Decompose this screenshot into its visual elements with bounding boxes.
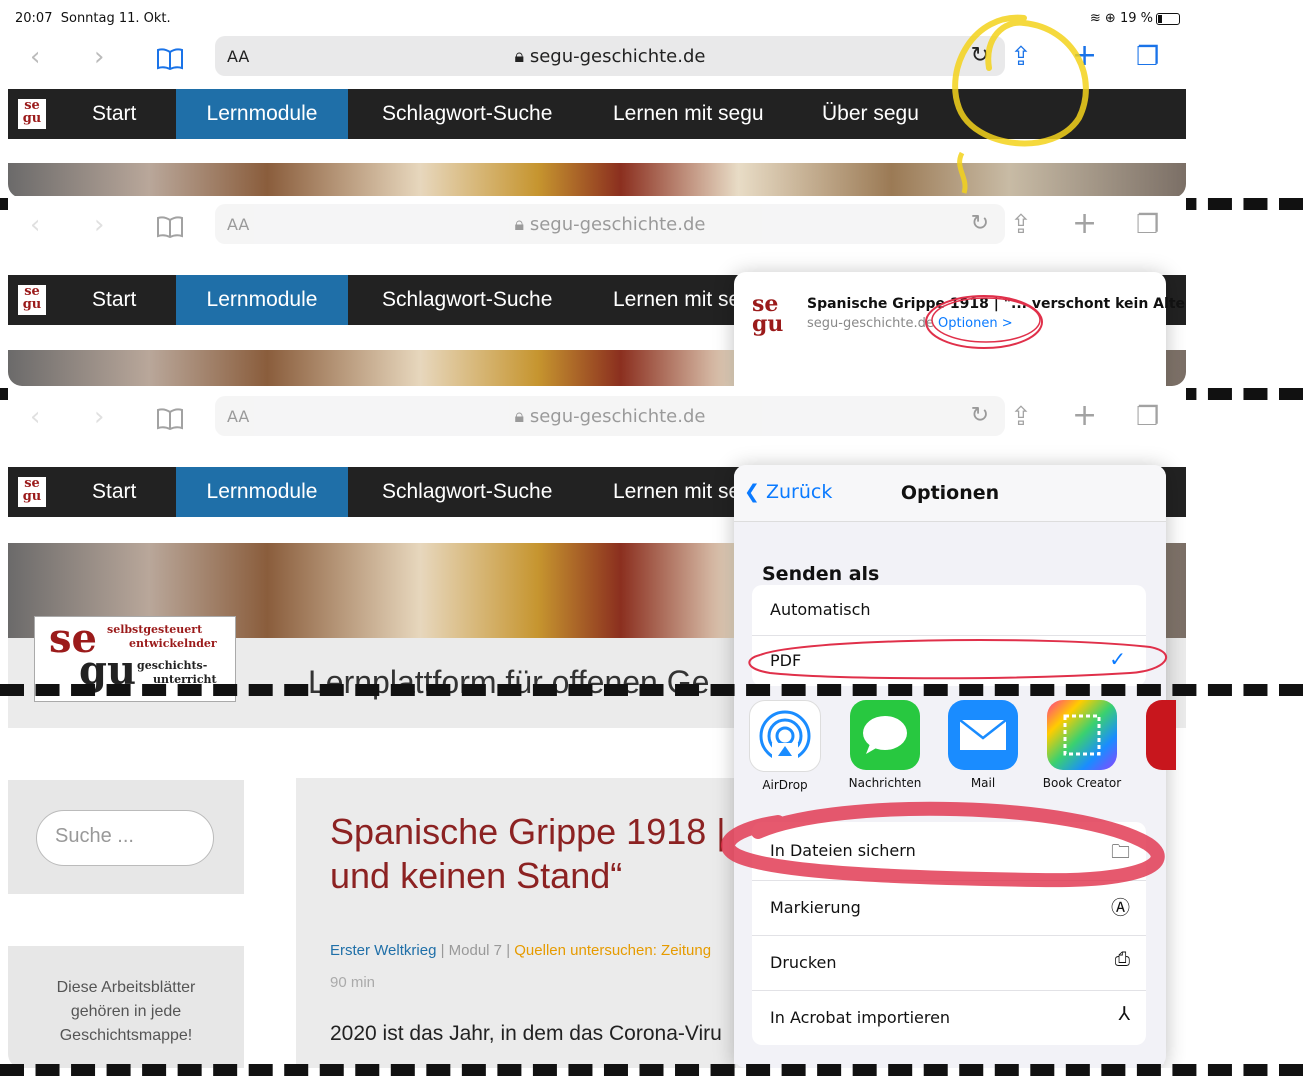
bookmarks-icon[interactable] xyxy=(156,408,184,430)
reload-icon[interactable]: ↻ xyxy=(971,403,989,428)
share-preview-logo: se gu xyxy=(752,291,784,337)
sheet-header: ❮ Zurück Optionen xyxy=(734,465,1166,522)
app-mail[interactable]: Mail xyxy=(938,700,1028,790)
nav-item-start[interactable]: Start xyxy=(92,467,136,517)
status-date: Sonntag 11. Okt. xyxy=(60,11,171,26)
forward-icon[interactable]: › xyxy=(94,42,104,72)
url-text: segu-geschichte.de xyxy=(529,406,706,427)
nav-item-schlagwort-suche[interactable]: Schlagwort-Suche xyxy=(382,275,552,325)
battery-icon xyxy=(1156,12,1180,25)
share-icon[interactable]: ⇪ xyxy=(1010,210,1032,240)
screenshot-panel-1: 20:07 Sonntag 11. Okt. ≋ ⊕ 19 % ‹ › AA 🔒… xyxy=(8,8,1186,198)
bookmarks-icon[interactable] xyxy=(156,216,184,238)
option-automatisch[interactable]: Automatisch xyxy=(752,585,1146,636)
separator-dashed-4 xyxy=(0,1064,1303,1076)
app-airdrop[interactable]: AirDrop xyxy=(740,700,830,792)
nav-item-lernen-mit-segu[interactable]: Lernen mit segu xyxy=(613,89,764,139)
book-creator-icon xyxy=(1047,700,1117,770)
lock-icon: 🔒︎ xyxy=(514,406,525,427)
separator-dashed-3 xyxy=(0,684,1303,696)
site-logo-small: se gu xyxy=(18,285,46,315)
red-circle-annotation-pdf xyxy=(748,639,1167,680)
logo-text-3: geschichts- xyxy=(137,659,208,672)
bookmarks-icon[interactable] xyxy=(156,48,184,70)
action-acrobat-import[interactable]: In Acrobat importieren ⅄ xyxy=(752,991,1146,1045)
forward-icon[interactable]: › xyxy=(94,210,104,240)
yellow-highlight-annotation xyxy=(952,14,1089,194)
site-logo-small: se gu xyxy=(18,99,46,129)
lock-icon: 🔒︎ xyxy=(514,214,525,235)
tabs-icon[interactable]: ❐ xyxy=(1136,402,1159,432)
nav-item-lernmodule[interactable]: Lernmodule xyxy=(176,467,348,517)
lower-share-panel: AirDrop Nachrichten Mail Book Creator In… xyxy=(0,696,1303,1066)
nav-item-start[interactable]: Start xyxy=(92,275,136,325)
share-sheet-header: se gu Spanische Grippe 1918 | "... versch… xyxy=(734,272,1186,386)
airdrop-icon xyxy=(749,700,821,772)
printer-icon: ⎙ xyxy=(1114,948,1130,970)
share-icon[interactable]: ⇪ xyxy=(1010,402,1032,432)
new-tab-icon[interactable]: + xyxy=(1072,206,1097,241)
battery-percent: 19 % xyxy=(1119,11,1153,26)
url-text: segu-geschichte.de xyxy=(529,214,706,235)
app-row: AirDrop Nachrichten Mail Book Creator xyxy=(734,700,1176,800)
browser-toolbar-dimmed: ‹ › AA 🔒︎ segu-geschichte.de ↻ ⇪ + ❐ xyxy=(8,202,1186,254)
back-icon[interactable]: ‹ xyxy=(30,210,40,240)
tabs-icon[interactable]: ❐ xyxy=(1136,42,1159,72)
send-as-heading: Senden als xyxy=(762,563,880,585)
forward-icon[interactable]: › xyxy=(94,402,104,432)
site-logo-small: se gu xyxy=(18,477,46,507)
nav-item-schlagwort-suche[interactable]: Schlagwort-Suche xyxy=(382,467,552,517)
nav-item-ueber-segu[interactable]: Über segu xyxy=(822,89,919,139)
action-print[interactable]: Drucken ⎙ xyxy=(752,936,1146,991)
acrobat-icon xyxy=(1146,700,1176,770)
share-page-domain: segu-geschichte.de xyxy=(807,316,934,331)
nav-item-schlagwort-suche[interactable]: Schlagwort-Suche xyxy=(382,89,552,139)
nav-item-lernmodule[interactable]: Lernmodule xyxy=(176,275,348,325)
logo-text-1: selbstgesteuert xyxy=(107,623,203,636)
reload-icon[interactable]: ↻ xyxy=(971,211,989,236)
back-icon[interactable]: ‹ xyxy=(30,42,40,72)
back-icon[interactable]: ‹ xyxy=(30,402,40,432)
new-tab-icon[interactable]: + xyxy=(1072,398,1097,433)
app-nachrichten[interactable]: Nachrichten xyxy=(840,700,930,790)
browser-toolbar-dimmed: ‹ › AA 🔒︎ segu-geschichte.de ↻ ⇪ + ❐ xyxy=(8,394,1186,446)
acrobat-small-icon: ⅄ xyxy=(1118,1003,1130,1025)
app-book-creator[interactable]: Book Creator xyxy=(1037,700,1127,790)
nav-item-start[interactable]: Start xyxy=(92,89,136,139)
screenshot-panel-2: ‹ › AA 🔒︎ segu-geschichte.de ↻ ⇪ + ❐ se g… xyxy=(8,196,1186,386)
sheet-title: Optionen xyxy=(900,482,1000,504)
red-highlight-annotation xyxy=(721,801,1165,888)
logo-text-2: entwickelnder xyxy=(129,637,217,650)
address-bar[interactable]: AA 🔒︎ segu-geschichte.de ↻ xyxy=(215,36,1005,76)
address-bar[interactable]: AA 🔒︎ segu-geschichte.de ↻ xyxy=(215,396,1005,436)
mail-icon xyxy=(948,700,1018,770)
messages-icon xyxy=(850,700,920,770)
tabs-icon[interactable]: ❐ xyxy=(1136,210,1159,240)
orientation-lock-icon: ⊕ xyxy=(1104,11,1116,26)
app-acrobat-partial[interactable]: A xyxy=(1136,700,1176,776)
lock-icon: 🔒︎ xyxy=(514,46,525,67)
url-text: segu-geschichte.de xyxy=(529,46,706,67)
status-time: 20:07 xyxy=(15,11,53,26)
red-circle-annotation xyxy=(925,295,1043,349)
nav-item-lernmodule[interactable]: Lernmodule xyxy=(176,89,348,139)
address-bar[interactable]: AA 🔒︎ segu-geschichte.de ↻ xyxy=(215,204,1005,244)
